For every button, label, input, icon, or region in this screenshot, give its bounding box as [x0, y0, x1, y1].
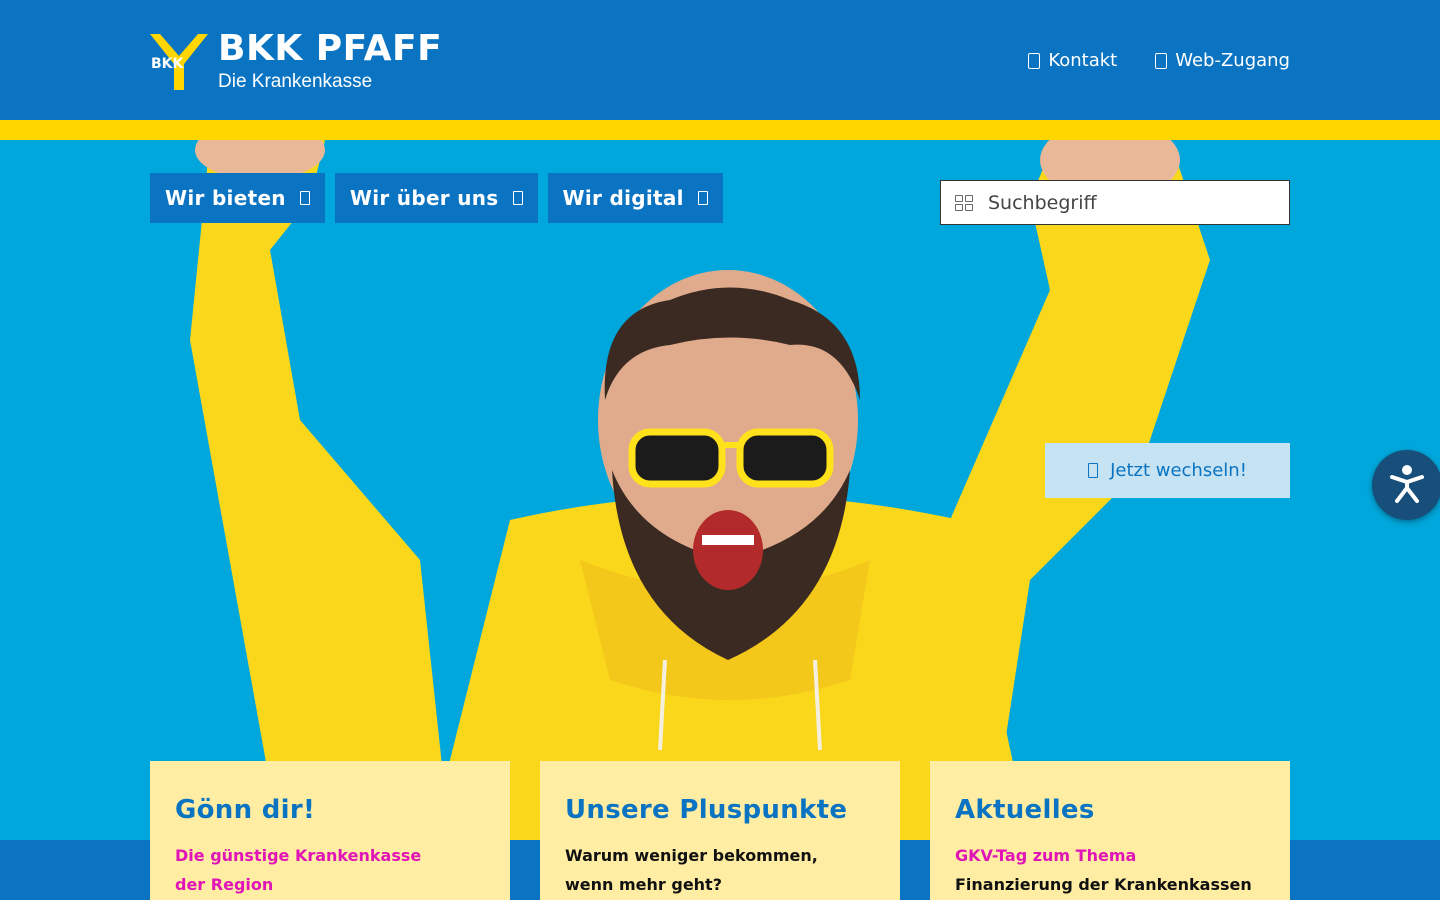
nav-item-wir-ueber-uns[interactable]: Wir über uns	[334, 173, 538, 223]
yellow-accent-bar	[0, 120, 1440, 140]
web-access-link-label: Web-Zugang	[1175, 50, 1290, 71]
nav-item-wir-digital[interactable]: Wir digital	[547, 173, 723, 223]
bkk-logo-mark-icon: BKK	[150, 30, 208, 90]
search-box	[940, 180, 1290, 225]
chevron-down-icon	[299, 191, 310, 205]
contact-link[interactable]: Kontakt	[1028, 50, 1117, 71]
lock-icon	[1155, 52, 1168, 69]
card-goenn-dir[interactable]: Gönn dir! Die günstige Krankenkasse der …	[150, 761, 510, 900]
phone-icon	[1028, 52, 1041, 69]
web-access-link[interactable]: Web-Zugang	[1155, 50, 1290, 71]
card-line: Finanzierung der Krankenkassen	[955, 875, 1252, 894]
logo-text: BKK PFAFF Die Krankenkasse	[218, 30, 442, 94]
card-line: der Region	[175, 875, 274, 894]
accessibility-button[interactable]	[1372, 450, 1440, 520]
card-aktuelles[interactable]: Aktuelles GKV-Tag zum Thema Finanzierung…	[930, 761, 1290, 900]
top-links: Kontakt Web-Zugang	[1028, 50, 1290, 71]
switch-now-button[interactable]: Jetzt wechseln!	[1045, 443, 1290, 498]
brand-logo[interactable]: BKK BKK PFAFF Die Krankenkasse	[150, 30, 442, 94]
chevron-down-icon	[512, 191, 523, 205]
card-pluspunkte[interactable]: Unsere Pluspunkte Warum weniger bekommen…	[540, 761, 900, 900]
card-line: Die günstige Krankenkasse	[175, 846, 422, 865]
chevron-down-icon	[697, 191, 708, 205]
card-title: Aktuelles	[955, 795, 1095, 825]
card-title: Gönn dir!	[175, 795, 316, 825]
card-title: Unsere Pluspunkte	[565, 795, 848, 825]
accessibility-person-icon	[1390, 465, 1424, 503]
search-icon[interactable]	[955, 194, 973, 211]
search-input[interactable]	[988, 191, 1268, 214]
switch-now-label: Jetzt wechseln!	[1110, 460, 1247, 481]
brand-subtitle: Die Krankenkasse	[218, 71, 373, 92]
nav-item-label: Wir über uns	[349, 186, 499, 210]
brand-name: BKK PFAFF	[218, 28, 443, 69]
nav-item-label: Wir bieten	[165, 186, 286, 210]
card-line: wenn mehr geht?	[565, 875, 722, 894]
nav-item-label: Wir digital	[562, 186, 684, 210]
nav-item-wir-bieten[interactable]: Wir bieten	[150, 173, 325, 223]
arrow-icon	[1088, 463, 1099, 478]
card-line: GKV-Tag zum Thema	[955, 846, 1137, 865]
logo-badge-text: BKK	[151, 56, 185, 72]
main-nav: Wir bieten Wir über uns Wir digital	[150, 173, 723, 223]
card-line: Warum weniger bekommen,	[565, 846, 818, 865]
contact-link-label: Kontakt	[1048, 50, 1118, 71]
